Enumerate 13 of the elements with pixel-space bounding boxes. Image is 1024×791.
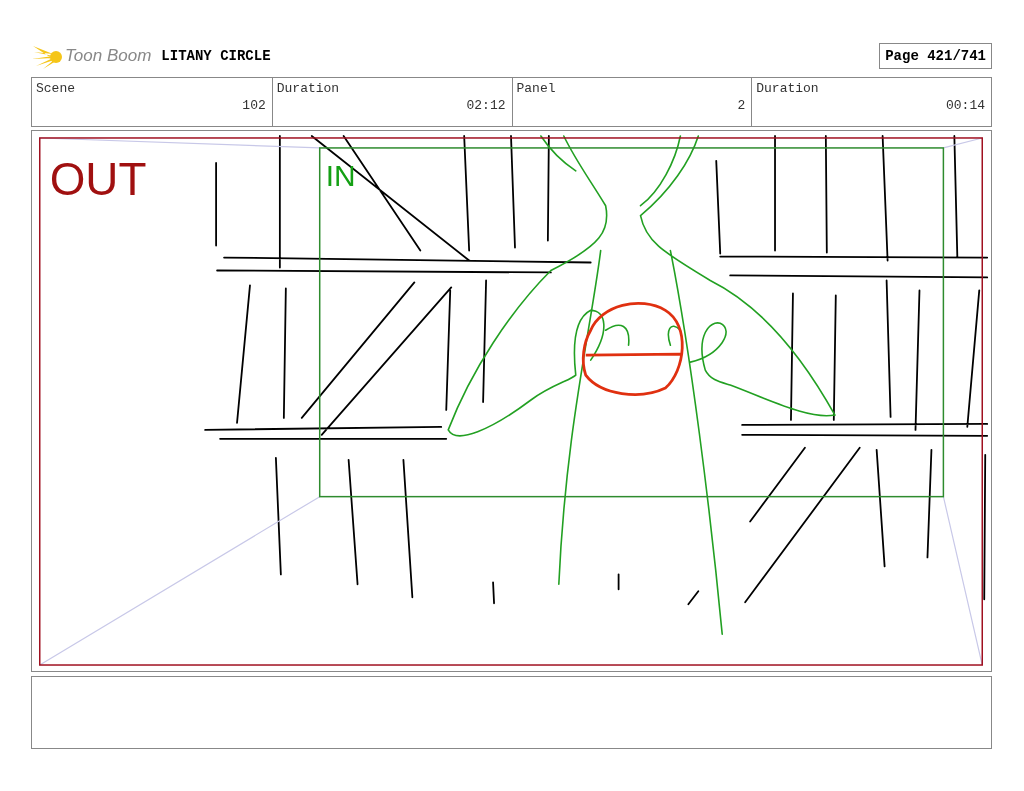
table-cell-text: 00:14	[945, 98, 985, 113]
column-header: Scene	[36, 81, 75, 96]
storyboard-title: LITANY CIRCLE	[161, 48, 271, 64]
table-cell-text: 02:12	[465, 98, 506, 113]
frame-label: OUT	[49, 153, 147, 205]
column-header: Duration	[276, 81, 340, 96]
logo-text: Toon Boom	[65, 46, 152, 66]
column-header: Duration	[756, 81, 819, 96]
column-header: Panel	[516, 81, 556, 96]
frame-label: IN	[325, 158, 356, 192]
table-cell-text: 2	[736, 98, 746, 113]
table-cell-text: 102	[241, 98, 266, 113]
page-number: Page 421/741	[879, 43, 992, 69]
